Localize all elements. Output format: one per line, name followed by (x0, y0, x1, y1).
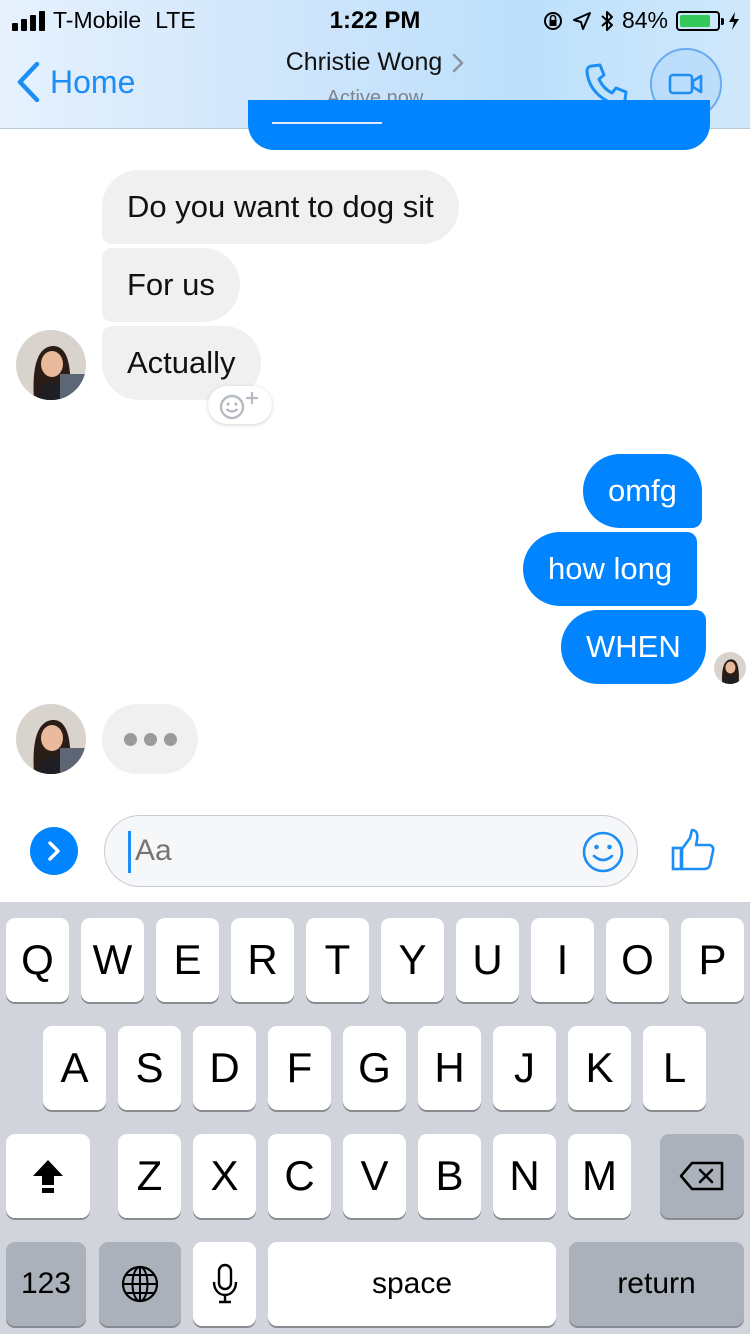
sent-message-partial[interactable] (248, 100, 710, 150)
read-receipt-avatar (714, 652, 746, 684)
thumbs-up-icon (671, 828, 715, 871)
numbers-key[interactable]: 123 (6, 1242, 86, 1326)
typing-indicator (102, 704, 198, 774)
globe-icon (121, 1265, 159, 1303)
key-d[interactable]: D (193, 1026, 256, 1110)
text-caret (128, 831, 131, 873)
video-camera-icon (668, 73, 703, 95)
key-p[interactable]: P (681, 918, 744, 1002)
backspace-icon (679, 1161, 724, 1191)
key-x[interactable]: X (193, 1134, 256, 1218)
key-j[interactable]: J (493, 1026, 556, 1110)
key-n[interactable]: N (493, 1134, 556, 1218)
key-g[interactable]: G (343, 1026, 406, 1110)
battery-icon (676, 10, 724, 31)
key-a[interactable]: A (43, 1026, 106, 1110)
emoji-button[interactable] (581, 830, 625, 879)
key-v[interactable]: V (343, 1134, 406, 1218)
rotation-lock-icon (543, 11, 562, 30)
shift-key[interactable] (6, 1134, 90, 1218)
key-o[interactable]: O (606, 918, 669, 1002)
return-key[interactable]: return (569, 1242, 744, 1326)
key-c[interactable]: C (268, 1134, 331, 1218)
incoming-message[interactable]: Do you want to dog sit (102, 170, 459, 244)
key-e[interactable]: E (156, 918, 219, 1002)
contact-avatar[interactable] (16, 704, 86, 774)
key-q[interactable]: Q (6, 918, 69, 1002)
outgoing-message[interactable]: WHEN (561, 610, 706, 684)
message-composer[interactable] (104, 815, 638, 887)
expand-actions-button[interactable] (30, 827, 78, 875)
contact-avatar[interactable] (16, 330, 86, 400)
emoji-icon (582, 831, 624, 873)
contact-name: Christie Wong (285, 48, 443, 76)
chevron-right-icon (453, 53, 464, 72)
key-w[interactable]: W (81, 918, 144, 1002)
status-bar: T-Mobile LTE 1:22 PM 84% (0, 0, 750, 40)
contact-name-row[interactable]: Christie Wong (286, 48, 465, 77)
bluetooth-icon (601, 10, 613, 31)
status-right: 84% (542, 7, 740, 34)
key-z[interactable]: Z (118, 1134, 181, 1218)
key-k[interactable]: K (568, 1026, 631, 1110)
key-t[interactable]: T (306, 918, 369, 1002)
message-input[interactable] (127, 830, 575, 872)
outgoing-message[interactable]: omfg (583, 454, 702, 528)
key-b[interactable]: B (418, 1134, 481, 1218)
battery-percent: 84% (621, 7, 668, 33)
keyboard: Q W E R T Y U I O P A S D F G H J K L Z … (0, 902, 750, 1334)
key-m[interactable]: M (568, 1134, 631, 1218)
expand-chevron-icon (48, 841, 60, 861)
dictation-key[interactable] (193, 1242, 256, 1326)
like-button[interactable] (670, 828, 716, 877)
shift-icon (33, 1160, 63, 1193)
add-reaction-button[interactable] (208, 386, 272, 424)
microphone-icon (212, 1263, 237, 1304)
globe-key[interactable] (99, 1242, 181, 1326)
key-s[interactable]: S (118, 1026, 181, 1110)
incoming-message[interactable]: For us (102, 248, 240, 322)
location-icon (572, 11, 591, 30)
backspace-key[interactable] (660, 1134, 744, 1218)
add-reaction-icon (219, 392, 258, 420)
key-u[interactable]: U (456, 918, 519, 1002)
space-key[interactable]: space (268, 1242, 556, 1326)
key-h[interactable]: H (418, 1026, 481, 1110)
key-i[interactable]: I (531, 918, 594, 1002)
outgoing-message[interactable]: how long (523, 532, 698, 606)
charging-icon (729, 11, 739, 30)
key-r[interactable]: R (231, 918, 294, 1002)
key-l[interactable]: L (643, 1026, 706, 1110)
key-y[interactable]: Y (381, 918, 444, 1002)
key-f[interactable]: F (268, 1026, 331, 1110)
